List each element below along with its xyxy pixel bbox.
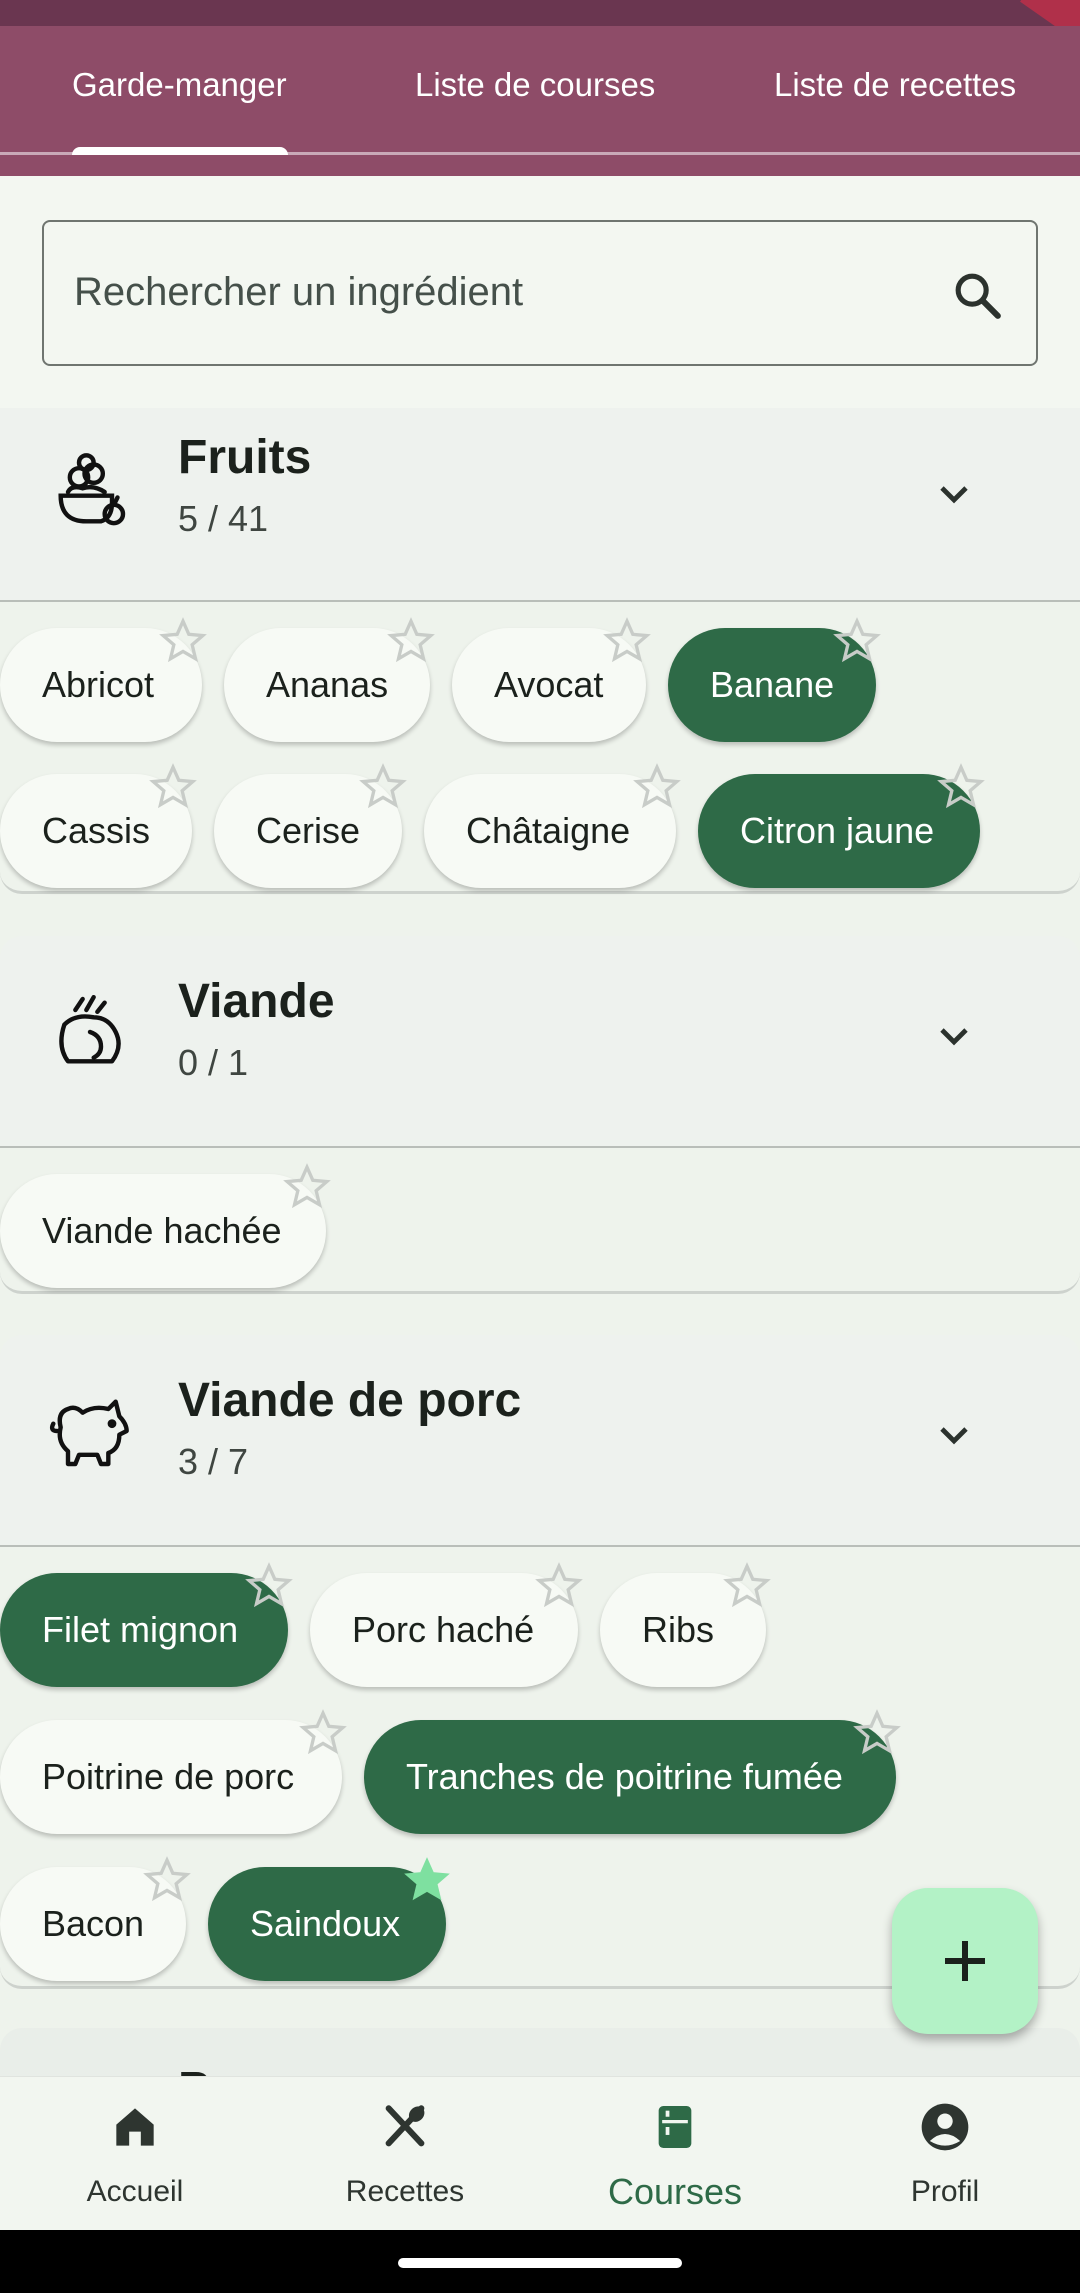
chip-group-fruits: Abricot Ananas Avocat Banane Cassis Ceri…	[0, 602, 1080, 894]
ingredient-chip[interactable]: Tranches de poitrine fumée	[364, 1709, 901, 1834]
nav-label: Courses	[607, 2171, 743, 2212]
star-icon[interactable]	[282, 1162, 332, 1212]
ingredient-chip[interactable]: Viande hachée	[0, 1163, 331, 1288]
category-count: 5 / 41	[178, 498, 269, 539]
nav-accueil[interactable]: Accueil	[0, 2077, 270, 2231]
tab-bar: Garde-manger Liste de courses Liste de r…	[0, 26, 1080, 176]
chip-label: Châtaigne	[466, 810, 631, 851]
nav-profil[interactable]: Profil	[810, 2077, 1080, 2231]
star-icon[interactable]	[722, 1561, 772, 1611]
tab-garde-manger[interactable]: Garde-manger	[72, 66, 287, 104]
star-icon[interactable]	[148, 762, 198, 812]
ingredient-chip[interactable]: Châtaigne	[424, 763, 681, 888]
tab-active-indicator	[72, 147, 288, 155]
chip-label: Poitrine de porc	[42, 1756, 295, 1797]
category-title: Fruits	[178, 431, 312, 484]
chip-label: Abricot	[42, 664, 155, 705]
chip-label: Ribs	[642, 1609, 715, 1650]
star-icon[interactable]	[936, 762, 986, 812]
status-bar	[0, 0, 1080, 48]
ingredient-chip[interactable]: Filet mignon	[0, 1562, 293, 1687]
chip-label: Citron jaune	[740, 810, 935, 851]
star-icon[interactable]	[832, 616, 882, 666]
chevron-down-icon[interactable]	[930, 1012, 978, 1060]
star-filled-icon[interactable]	[402, 1855, 452, 1905]
home-icon	[116, 2108, 154, 2146]
profile-icon	[921, 2103, 969, 2151]
star-icon[interactable]	[142, 1855, 192, 1905]
search-box[interactable]	[42, 220, 1038, 366]
category-title: Viande	[178, 975, 335, 1028]
star-icon[interactable]	[244, 1561, 294, 1611]
chip-group-viande: Viande hachée	[0, 1148, 1080, 1294]
ingredient-chip[interactable]: Abricot	[0, 617, 207, 742]
fruit-basket-icon	[58, 453, 126, 526]
category-count: 0 / 1	[178, 1042, 249, 1083]
nav-recettes[interactable]: Recettes	[270, 2077, 540, 2231]
chip-label: Viande hachée	[42, 1210, 282, 1251]
star-icon[interactable]	[386, 616, 436, 666]
tab-liste-de-courses[interactable]: Liste de courses	[415, 66, 655, 104]
bottom-navigation: Accueil Recettes Courses Profil	[0, 2076, 1080, 2230]
home-gesture-bar[interactable]	[398, 2258, 682, 2268]
ingredient-chip[interactable]: Banane	[668, 617, 881, 742]
search-area	[0, 176, 1080, 408]
category-header-fruits[interactable]: Fruits 5 / 41	[0, 408, 1080, 600]
star-icon[interactable]	[298, 1708, 348, 1758]
star-icon[interactable]	[158, 616, 208, 666]
ingredient-chip[interactable]: Citron jaune	[698, 763, 985, 888]
chip-label: Avocat	[494, 664, 604, 705]
category-count: 3 / 7	[178, 1441, 249, 1482]
add-button[interactable]	[892, 1888, 1038, 2034]
tab-liste-de-recettes[interactable]: Liste de recettes	[774, 66, 1016, 104]
chip-label: Bacon	[42, 1903, 145, 1944]
search-icon[interactable]	[950, 268, 1006, 324]
ingredient-chip[interactable]: Ribs	[600, 1562, 771, 1687]
chip-label: Cerise	[256, 810, 361, 851]
ingredient-chip[interactable]: Ananas	[224, 617, 435, 742]
ingredient-chip[interactable]: Poitrine de porc	[0, 1709, 347, 1834]
utensils-icon	[385, 2105, 425, 2147]
category-header-viande-de-porc[interactable]: Viande de porc 3 / 7	[0, 1335, 1080, 1545]
chip-label: Ananas	[266, 664, 389, 705]
star-icon[interactable]	[358, 762, 408, 812]
star-icon[interactable]	[602, 616, 652, 666]
search-input[interactable]	[74, 270, 924, 315]
chip-label: Tranches de poitrine fumée	[406, 1756, 843, 1797]
ingredient-chip[interactable]: Cerise	[214, 763, 407, 888]
nav-courses[interactable]: Courses	[540, 2077, 810, 2231]
nav-label: Profil	[910, 2175, 980, 2208]
chevron-down-icon[interactable]	[930, 470, 978, 518]
star-icon[interactable]	[852, 1708, 902, 1758]
plus-icon	[945, 1941, 985, 1981]
chip-label: Saindoux	[250, 1903, 401, 1944]
nav-label: Recettes	[345, 2175, 465, 2208]
ingredient-chip[interactable]: Bacon	[0, 1856, 191, 1981]
ingredient-chip[interactable]: Saindoux	[208, 1857, 450, 1981]
pantry-icon	[658, 2106, 692, 2148]
pig-icon	[49, 1399, 129, 1467]
star-icon[interactable]	[534, 1561, 584, 1611]
chip-label: Porc haché	[352, 1609, 535, 1650]
chip-label: Banane	[710, 664, 835, 705]
nav-label: Accueil	[86, 2175, 184, 2208]
chevron-down-icon[interactable]	[930, 1411, 978, 1459]
category-title: Viande de porc	[178, 1374, 522, 1427]
category-header-viande[interactable]: Viande 0 / 1	[0, 936, 1080, 1146]
ingredient-chip[interactable]: Cassis	[0, 763, 197, 888]
meat-icon	[59, 994, 121, 1064]
chip-label: Filet mignon	[42, 1609, 239, 1650]
star-icon[interactable]	[632, 762, 682, 812]
ingredient-chip[interactable]: Avocat	[452, 617, 651, 742]
chip-label: Cassis	[42, 810, 151, 851]
system-navigation-bar	[0, 2230, 1080, 2293]
ingredient-chip[interactable]: Porc haché	[310, 1562, 583, 1687]
